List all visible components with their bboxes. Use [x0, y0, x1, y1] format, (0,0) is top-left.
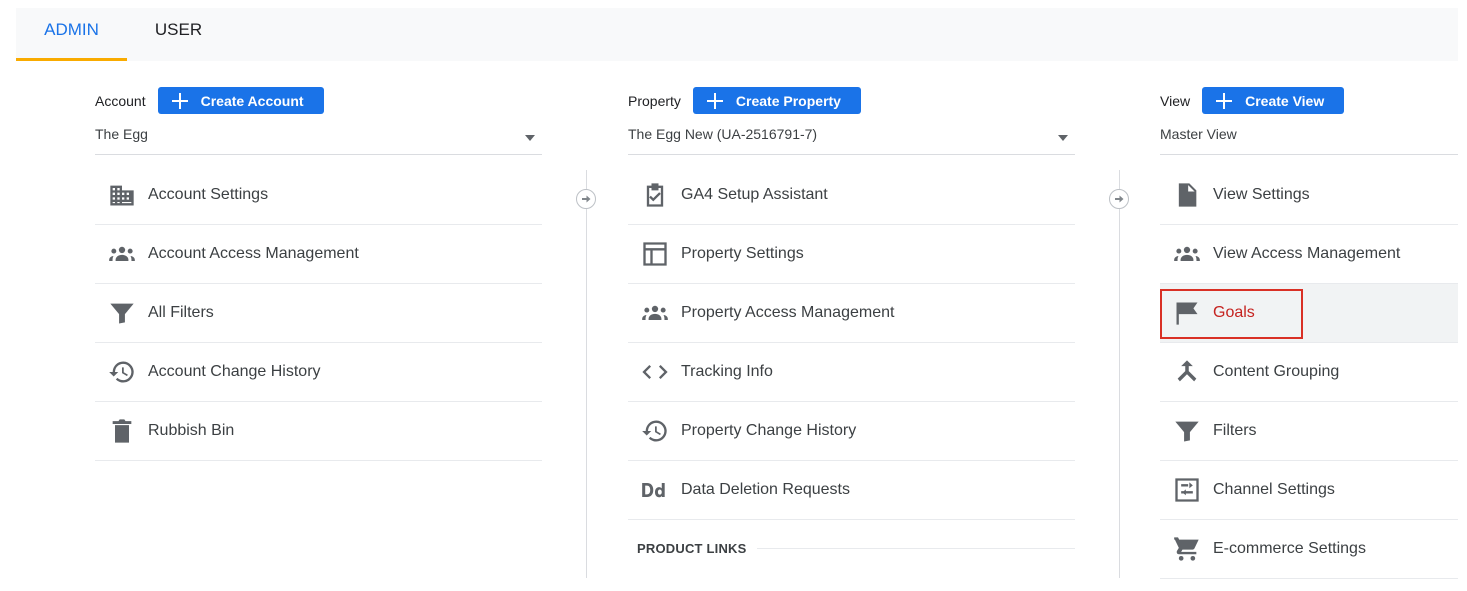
create-view-label: Create View [1245, 92, 1325, 109]
people-icon [628, 299, 681, 327]
menu-item-label: Content Grouping [1213, 363, 1340, 380]
menu-item-tracking-info[interactable]: Tracking Info [628, 343, 1075, 402]
menu-item-label: Property Access Management [681, 304, 895, 321]
menu-item-property-change-history[interactable]: Property Change History [628, 402, 1075, 461]
menu-item-label: View Access Management [1213, 245, 1401, 262]
property-header: Property Create Property [628, 87, 1075, 114]
menu-item-label: Property Change History [681, 422, 857, 439]
people-icon [95, 240, 148, 268]
filter-icon [1160, 417, 1213, 445]
history-icon [95, 358, 148, 386]
building-icon [95, 181, 148, 209]
create-property-label: Create Property [735, 92, 841, 109]
arrow-right-icon [1109, 189, 1129, 209]
plus-icon [706, 92, 723, 109]
menu-item-label: Data Deletion Requests [681, 481, 850, 498]
menu-item-property-settings[interactable]: Property Settings [628, 225, 1075, 284]
menu-item-label: Tracking Info [681, 363, 773, 380]
account-selector[interactable]: The Egg [95, 125, 542, 155]
trash-icon [95, 417, 148, 445]
plus-icon [1216, 92, 1233, 109]
dropdown-caret-icon [1058, 135, 1068, 141]
merge-icon [1160, 358, 1213, 386]
menu-item-filters[interactable]: Filters [1160, 402, 1458, 461]
view-column: View Create View Master View View Settin… [1160, 87, 1458, 579]
menu-item-label: View Settings [1213, 186, 1310, 203]
goals-highlight-box [1160, 289, 1303, 339]
create-account-button[interactable]: Create Account [157, 87, 324, 114]
view-selected: Master View [1160, 126, 1237, 142]
menu-item-rubbish-bin[interactable]: Rubbish Bin [95, 402, 542, 461]
layout-icon [628, 240, 681, 268]
account-label: Account [95, 92, 146, 109]
tab-user[interactable]: USER [141, 8, 216, 61]
create-property-button[interactable]: Create Property [692, 87, 861, 114]
filter-icon [95, 299, 148, 327]
property-label: Property [628, 92, 681, 109]
menu-item-ga4-setup-assistant[interactable]: GA4 Setup Assistant [628, 166, 1075, 225]
property-column: Property Create Property The Egg New (UA… [628, 87, 1075, 576]
menu-item-property-access-management[interactable]: Property Access Management [628, 284, 1075, 343]
account-column: Account Create Account The Egg Account S… [95, 87, 542, 461]
arrow-right-icon [576, 189, 596, 209]
view-selector[interactable]: Master View [1160, 125, 1458, 155]
section-rule [756, 547, 1075, 549]
view-header: View Create View [1160, 87, 1458, 114]
column-divider [586, 170, 587, 578]
menu-item-channel-settings[interactable]: Channel Settings [1160, 461, 1458, 520]
menu-item-label: GA4 Setup Assistant [681, 186, 828, 203]
property-menu: GA4 Setup Assistant Property Settings Pr… [628, 166, 1075, 576]
account-selected: The Egg [95, 126, 148, 142]
document-icon [1160, 181, 1213, 209]
menu-item-goals[interactable]: Goals [1160, 284, 1458, 343]
product-links-header: PRODUCT LINKS [628, 520, 1075, 576]
dropdown-caret-icon [525, 135, 535, 141]
history-icon [628, 417, 681, 445]
menu-item-label: Rubbish Bin [148, 422, 235, 439]
menu-item-view-settings[interactable]: View Settings [1160, 166, 1458, 225]
menu-item-label: Property Settings [681, 245, 804, 262]
menu-item-label: E-commerce Settings [1213, 540, 1366, 557]
create-account-label: Create Account [200, 92, 304, 109]
menu-item-label: Filters [1213, 422, 1257, 439]
tab-admin[interactable]: ADMIN [16, 8, 127, 61]
dd-icon [628, 476, 681, 504]
clipboard-check-icon [628, 181, 681, 209]
account-menu: Account Settings Account Access Manageme… [95, 166, 542, 461]
section-header-label: PRODUCT LINKS [637, 540, 747, 556]
create-view-button[interactable]: Create View [1202, 87, 1345, 114]
cart-icon [1160, 535, 1213, 563]
menu-item-all-filters[interactable]: All Filters [95, 284, 542, 343]
menu-item-ecommerce-settings[interactable]: E-commerce Settings [1160, 520, 1458, 579]
plus-icon [171, 92, 188, 109]
view-menu: View Settings View Access Management Goa… [1160, 166, 1458, 579]
menu-item-view-access-management[interactable]: View Access Management [1160, 225, 1458, 284]
menu-item-label: Channel Settings [1213, 481, 1335, 498]
menu-item-label: Account Change History [148, 363, 321, 380]
menu-item-label: Account Settings [148, 186, 269, 203]
admin-tab-bar: ADMIN USER [16, 8, 1458, 61]
menu-item-account-settings[interactable]: Account Settings [95, 166, 542, 225]
menu-item-account-access-management[interactable]: Account Access Management [95, 225, 542, 284]
menu-item-account-change-history[interactable]: Account Change History [95, 343, 542, 402]
code-icon [628, 358, 681, 386]
view-label: View [1160, 92, 1191, 109]
column-divider [1119, 170, 1120, 578]
property-selected: The Egg New (UA-2516791-7) [628, 126, 818, 142]
property-selector[interactable]: The Egg New (UA-2516791-7) [628, 125, 1075, 155]
menu-item-data-deletion-requests[interactable]: Data Deletion Requests [628, 461, 1075, 520]
channel-icon [1160, 476, 1213, 504]
people-icon [1160, 240, 1213, 268]
menu-item-content-grouping[interactable]: Content Grouping [1160, 343, 1458, 402]
account-header: Account Create Account [95, 87, 542, 114]
menu-item-label: All Filters [148, 304, 214, 321]
menu-item-label: Account Access Management [148, 245, 359, 262]
